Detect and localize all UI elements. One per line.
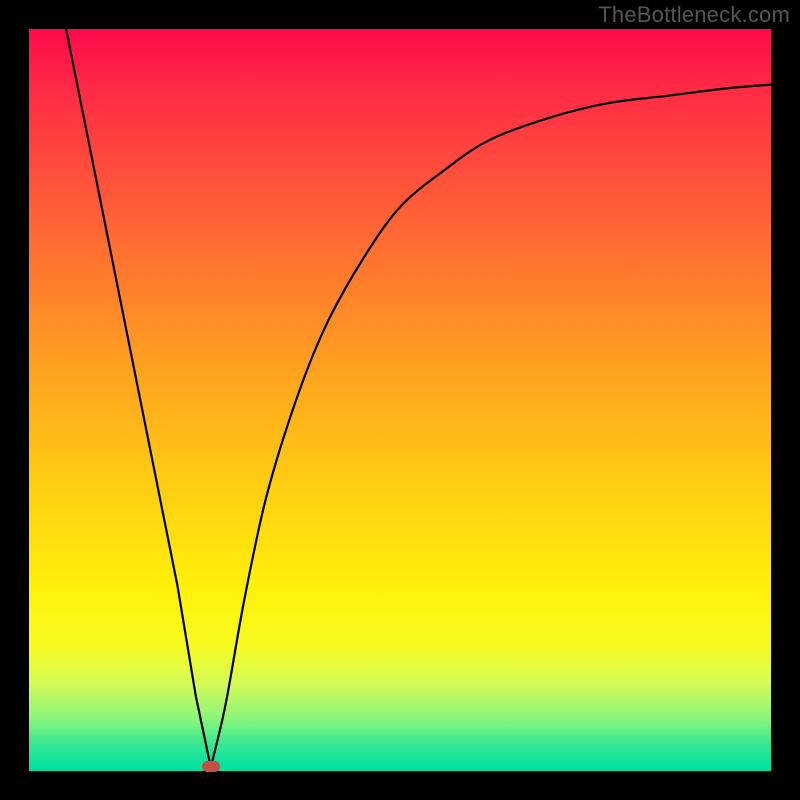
- plot-area: [29, 29, 771, 771]
- chart-frame: TheBottleneck.com: [0, 0, 800, 800]
- bottleneck-curve: [66, 29, 771, 767]
- curve-layer: [29, 29, 771, 771]
- optimum-marker: [202, 761, 220, 772]
- watermark-text: TheBottleneck.com: [598, 2, 790, 28]
